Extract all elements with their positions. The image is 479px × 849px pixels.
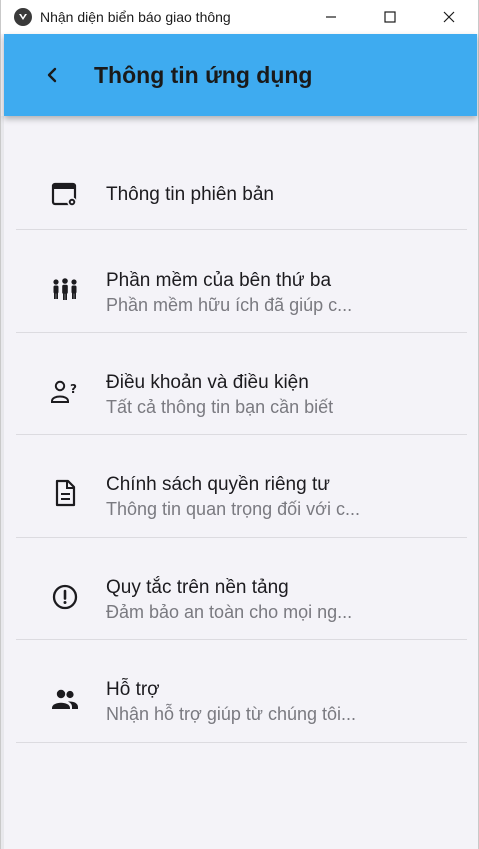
- minimize-icon: [325, 16, 336, 18]
- maximize-icon: [383, 11, 396, 23]
- item-subtitle: Phần mềm hữu ích đã giúp c...: [106, 295, 353, 315]
- settings-list: Thông tin phiên bản Phần mềm của bên thứ…: [16, 125, 467, 743]
- item-title: Thông tin phiên bản: [106, 184, 274, 205]
- person-question-icon: ?: [50, 377, 80, 407]
- close-icon: [443, 11, 454, 23]
- close-button[interactable]: [419, 0, 478, 34]
- document-icon: [50, 478, 80, 508]
- app-window: Nhận diện biển báo giao thông Thông tin …: [0, 0, 479, 849]
- app-settings-icon: [50, 180, 80, 210]
- app-bar: Thông tin ứng dụng: [4, 34, 477, 116]
- window-left-edge: [1, 116, 4, 849]
- app-logo-icon: [14, 8, 32, 26]
- window-title: Nhận diện biển báo giao thông: [40, 9, 231, 25]
- minimize-button[interactable]: [301, 0, 360, 34]
- item-subtitle: Nhận hỗ trợ giúp từ chúng tôi...: [106, 704, 356, 724]
- list-item-terms[interactable]: ? Điều khoản và điều kiện Tất cả thông t…: [16, 333, 467, 435]
- item-subtitle: Đảm bảo an toàn cho mọi ng...: [106, 602, 353, 622]
- maximize-button[interactable]: [360, 0, 419, 34]
- list-item-privacy[interactable]: Chính sách quyền riêng tư Thông tin quan…: [16, 435, 467, 538]
- item-subtitle: Tất cả thông tin bạn cần biết: [106, 397, 334, 417]
- back-arrow-icon: [47, 67, 57, 83]
- list-item-third-party[interactable]: Phần mềm của bên thứ ba Phần mềm hữu ích…: [16, 230, 467, 333]
- group-icon: [50, 274, 80, 304]
- page-title: Thông tin ứng dụng: [94, 61, 313, 88]
- back-button[interactable]: [32, 55, 72, 95]
- item-title: Hỗ trợ: [106, 679, 160, 700]
- list-item-platform-rules[interactable]: Quy tắc trên nền tảng Đảm bảo an toàn ch…: [16, 538, 467, 640]
- item-title: Quy tắc trên nền tảng: [106, 577, 289, 598]
- people-icon: [50, 684, 80, 714]
- list-item-version-info[interactable]: Thông tin phiên bản: [16, 125, 467, 230]
- title-bar: Nhận diện biển báo giao thông: [1, 0, 478, 34]
- svg-text:?: ?: [70, 382, 77, 396]
- item-title: Điều khoản và điều kiện: [106, 372, 309, 393]
- window-controls: [301, 0, 478, 34]
- item-title: Phần mềm của bên thứ ba: [106, 270, 332, 291]
- item-title: Chính sách quyền riêng tư: [106, 474, 330, 495]
- alert-circle-icon: [50, 582, 80, 612]
- list-item-support[interactable]: Hỗ trợ Nhận hỗ trợ giúp từ chúng tôi...: [16, 640, 467, 743]
- item-subtitle: Thông tin quan trọng đối với c...: [106, 499, 360, 519]
